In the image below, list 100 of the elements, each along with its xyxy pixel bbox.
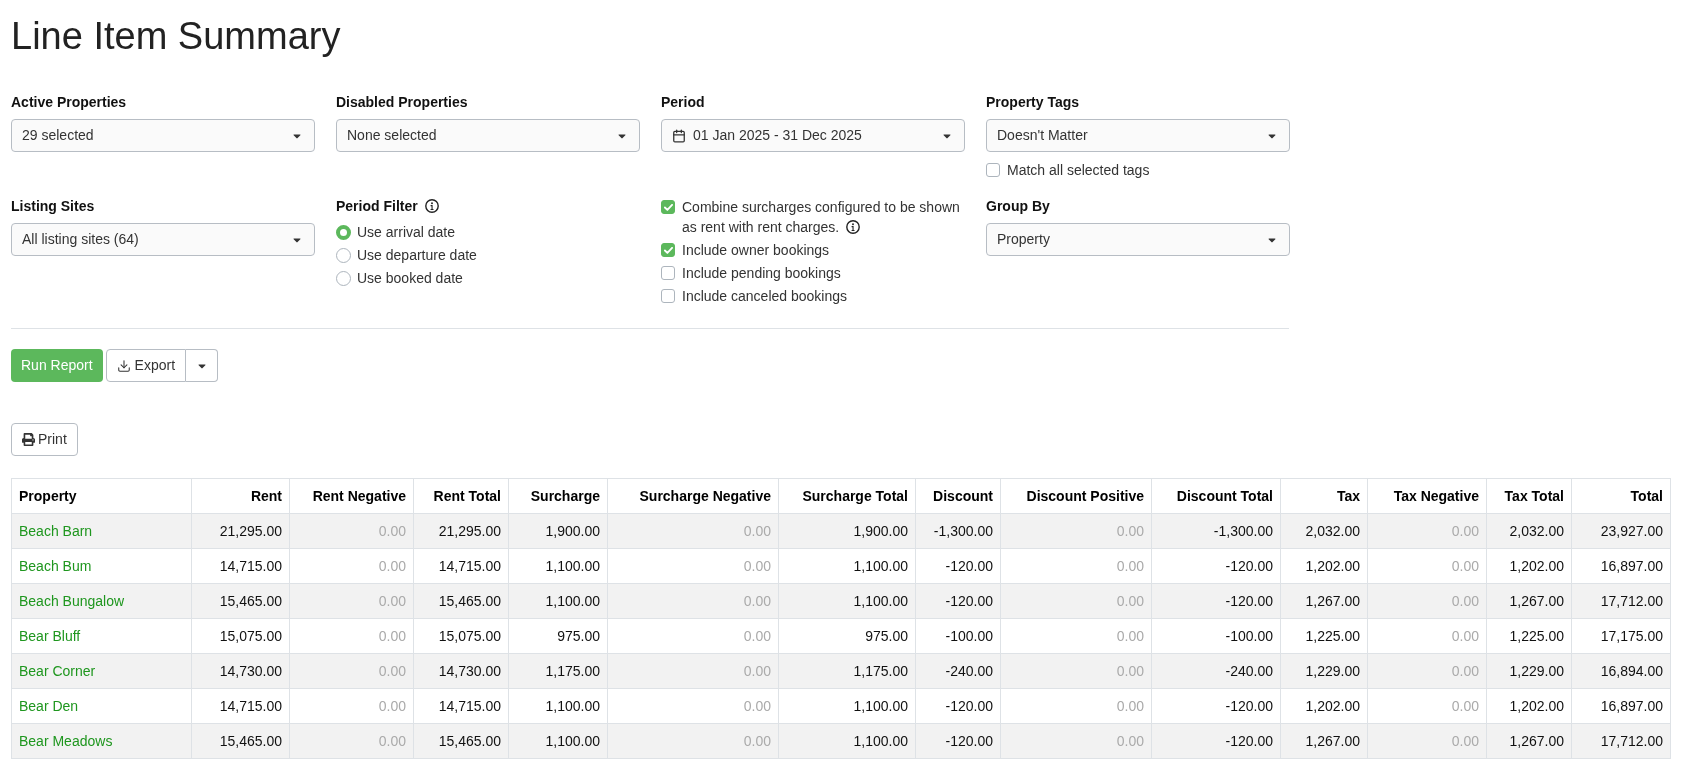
column-header[interactable]: Surcharge Negative: [607, 478, 779, 514]
table-cell: 14,715.00: [413, 688, 509, 724]
table-cell: 15,465.00: [191, 583, 290, 619]
checkbox[interactable]: [661, 289, 675, 303]
checkmark-icon: [663, 246, 673, 254]
table-cell: 15,465.00: [413, 723, 509, 759]
table-cell: 0.00: [289, 618, 414, 654]
table-cell: 21,295.00: [191, 513, 290, 549]
checkbox[interactable]: [986, 163, 1000, 177]
radio-button[interactable]: [336, 248, 351, 263]
table-cell: 14,730.00: [191, 653, 290, 689]
property-link[interactable]: Bear Bluff: [19, 627, 81, 644]
table-cell: 0.00: [289, 688, 414, 724]
table-cell: 23,927.00: [1571, 513, 1671, 549]
column-header[interactable]: Discount Positive: [1000, 478, 1152, 514]
dropdown[interactable]: 29 selected: [11, 119, 315, 152]
column-header[interactable]: Surcharge: [508, 478, 608, 514]
field-label: Period: [661, 93, 706, 112]
field-label: Disabled Properties: [336, 93, 469, 112]
table-cell: 1,100.00: [778, 723, 916, 759]
property-link[interactable]: Beach Barn: [19, 522, 93, 539]
table-cell: 0.00: [607, 618, 779, 654]
dropdown[interactable]: All listing sites (64): [11, 223, 315, 256]
export-button[interactable]: Export: [105, 349, 187, 382]
table-cell: -240.00: [915, 653, 1001, 689]
table-cell: 1,100.00: [508, 548, 608, 584]
field-label: Group By: [986, 197, 1051, 216]
table-cell: 975.00: [778, 618, 916, 654]
table-cell: 0.00: [1367, 688, 1487, 724]
property-link[interactable]: Beach Bum: [19, 557, 92, 574]
table-cell: 1,267.00: [1486, 583, 1572, 619]
table-cell: 0.00: [1000, 548, 1152, 584]
table-cell: 1,100.00: [778, 583, 916, 619]
table-cell: 0.00: [1367, 513, 1487, 549]
table-cell: 0.00: [1000, 583, 1152, 619]
field-label: Property Tags: [986, 93, 1081, 112]
table-cell: 17,712.00: [1571, 723, 1671, 759]
table-cell: 1,267.00: [1280, 723, 1368, 759]
column-header[interactable]: Tax Negative: [1367, 478, 1487, 514]
table-cell: 15,075.00: [191, 618, 290, 654]
table-cell: 1,202.00: [1280, 548, 1368, 584]
table-cell: 15,465.00: [191, 723, 290, 759]
radio-button[interactable]: [336, 271, 351, 286]
calendar-icon: [672, 128, 686, 143]
checkbox[interactable]: [661, 200, 675, 214]
dropdown[interactable]: None selected: [336, 119, 640, 152]
column-header[interactable]: Rent: [191, 478, 290, 514]
column-header[interactable]: Discount Total: [1151, 478, 1281, 514]
table-cell: 1,267.00: [1486, 723, 1572, 759]
table-cell: 0.00: [1367, 653, 1487, 689]
table-cell: -120.00: [915, 548, 1001, 584]
table-cell: 0.00: [1367, 548, 1487, 584]
table-cell: 15,465.00: [413, 583, 509, 619]
checkmark-icon: [663, 203, 673, 211]
column-header[interactable]: Property: [11, 478, 192, 514]
column-header[interactable]: Rent Total: [413, 478, 509, 514]
table-cell: -120.00: [915, 688, 1001, 724]
table-cell: 0.00: [289, 548, 414, 584]
table-cell: 1,175.00: [508, 653, 608, 689]
table-cell: 0.00: [289, 513, 414, 549]
table-cell: 0.00: [1000, 513, 1152, 549]
table-cell: 1,100.00: [508, 688, 608, 724]
column-header[interactable]: Rent Negative: [289, 478, 414, 514]
column-header[interactable]: Tax: [1280, 478, 1368, 514]
table-cell: 975.00: [508, 618, 608, 654]
table-cell: 1,100.00: [508, 723, 608, 759]
table-cell: 1,100.00: [508, 583, 608, 619]
table-cell: 1,175.00: [778, 653, 916, 689]
radio-button[interactable]: [336, 225, 351, 240]
table-cell: -120.00: [915, 723, 1001, 759]
checkbox[interactable]: [661, 243, 675, 257]
table-cell: 14,715.00: [191, 688, 290, 724]
column-header[interactable]: Total: [1571, 478, 1671, 514]
checkbox-label: Match all selected tags: [1007, 160, 1150, 180]
table-cell: -120.00: [1151, 548, 1281, 584]
printer-icon: [22, 433, 35, 446]
print-button[interactable]: Print: [11, 423, 78, 456]
table-cell: 0.00: [1000, 618, 1152, 654]
export-dropdown-button[interactable]: [186, 349, 219, 382]
property-link[interactable]: Bear Den: [19, 697, 79, 714]
checkbox[interactable]: [661, 266, 675, 280]
table-cell: 1,900.00: [778, 513, 916, 549]
table-cell: 0.00: [289, 583, 414, 619]
table-cell: 0.00: [607, 583, 779, 619]
table-cell: 0.00: [607, 653, 779, 689]
table-cell: 0.00: [1367, 618, 1487, 654]
table-cell: 15,075.00: [413, 618, 509, 654]
column-header[interactable]: Tax Total: [1486, 478, 1572, 514]
table-cell: 1,229.00: [1280, 653, 1368, 689]
table-cell: -100.00: [915, 618, 1001, 654]
radio-label: Use arrival date: [357, 223, 456, 242]
table-cell: 1,100.00: [778, 688, 916, 724]
table-cell: 0.00: [289, 653, 414, 689]
dropdown[interactable]: Doesn't Matter: [986, 119, 1290, 152]
date-range-picker[interactable]: 01 Jan 2025 - 31 Dec 2025: [661, 119, 965, 152]
checkbox-label: Include pending bookings: [682, 265, 841, 281]
column-header[interactable]: Surcharge Total: [778, 478, 916, 514]
column-header[interactable]: Discount: [915, 478, 1001, 514]
table-cell: 1,267.00: [1280, 583, 1368, 619]
dropdown[interactable]: Property: [986, 223, 1290, 256]
